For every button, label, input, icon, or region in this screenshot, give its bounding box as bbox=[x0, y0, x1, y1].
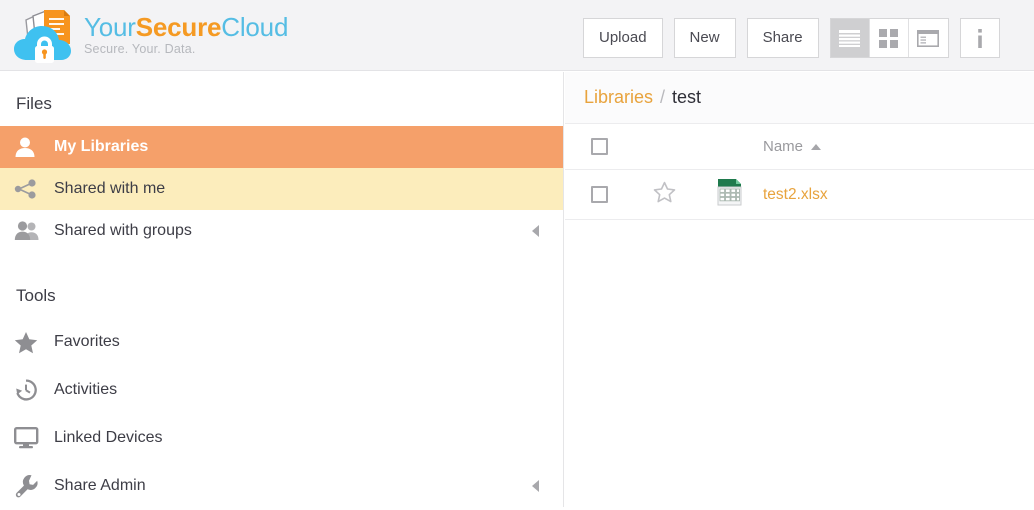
collapse-arrow-icon[interactable] bbox=[532, 225, 539, 237]
grid-view-icon[interactable] bbox=[869, 19, 909, 57]
sidebar-item-shared-with-groups[interactable]: Shared with groups bbox=[0, 210, 563, 252]
info-icon bbox=[977, 28, 982, 48]
sidebar-item-label: Favorites bbox=[54, 333, 120, 350]
sidebar-item-label: Activities bbox=[54, 381, 118, 398]
sidebar-files-heading: Files bbox=[16, 94, 52, 113]
table-row[interactable]: test2.xlsx bbox=[565, 170, 1034, 220]
share-button[interactable]: Share bbox=[746, 18, 819, 58]
star-outline-icon[interactable] bbox=[653, 181, 676, 208]
checkbox-unchecked-icon[interactable] bbox=[590, 138, 608, 155]
sidebar-item-shared-with-me[interactable]: Shared with me bbox=[0, 168, 563, 210]
clock-history-icon bbox=[14, 378, 54, 402]
sidebar-item-label: Shared with me bbox=[54, 180, 166, 197]
brand-secure: Secure bbox=[135, 12, 222, 43]
user-icon bbox=[14, 136, 54, 158]
brand-logo[interactable]: YourSecureCloud Secure. Your. Data. bbox=[12, 4, 288, 66]
detail-view-icon[interactable] bbox=[908, 19, 948, 57]
view-mode-group bbox=[829, 18, 949, 58]
breadcrumb-separator: / bbox=[660, 87, 666, 107]
list-view-icon[interactable] bbox=[830, 19, 870, 57]
monitor-icon bbox=[14, 427, 54, 449]
collapse-arrow-icon[interactable] bbox=[532, 480, 539, 492]
upload-button[interactable]: Upload bbox=[583, 18, 663, 58]
sidebar-item-favorites[interactable]: Favorites bbox=[0, 318, 563, 366]
wrench-icon bbox=[14, 474, 54, 499]
cloud-lock-documents-logo-icon bbox=[12, 6, 78, 64]
main-content: Libraries / test Name test2.xlsx bbox=[565, 72, 1034, 507]
sidebar-item-label: Linked Devices bbox=[54, 429, 163, 446]
new-button[interactable]: New bbox=[673, 18, 736, 58]
brand-tagline: Secure. Your. Data. bbox=[84, 42, 196, 57]
file-table-header: Name bbox=[565, 124, 1034, 170]
app-header: YourSecureCloud Secure. Your. Data. Uplo… bbox=[0, 0, 1034, 71]
sidebar-item-label: Share Admin bbox=[54, 477, 146, 494]
sidebar-item-linked-devices[interactable]: Linked Devices bbox=[0, 414, 563, 462]
row-name-cell: test2.xlsx bbox=[763, 186, 1034, 204]
breadcrumb-current: test bbox=[672, 87, 702, 107]
sort-ascending-caret-icon bbox=[811, 143, 822, 150]
row-file-icon-cell bbox=[695, 178, 763, 212]
xlsx-spreadsheet-icon bbox=[715, 178, 743, 212]
name-column-header[interactable]: Name bbox=[763, 138, 822, 155]
select-all-cell bbox=[565, 138, 633, 155]
row-star-cell bbox=[633, 181, 695, 208]
sidebar-item-label: Shared with groups bbox=[54, 222, 192, 239]
file-name-link[interactable]: test2.xlsx bbox=[763, 186, 828, 204]
brand-your: Your bbox=[84, 12, 136, 43]
users-group-icon bbox=[14, 221, 54, 241]
sidebar-tools-list: Favorites Activities Linked Devices Shar… bbox=[0, 318, 563, 510]
info-button[interactable] bbox=[959, 18, 1000, 58]
name-column-label: Name bbox=[763, 138, 804, 155]
breadcrumb-libraries-link[interactable]: Libraries bbox=[584, 87, 653, 108]
share-nodes-icon bbox=[14, 179, 54, 199]
sidebar-item-my-libraries[interactable]: My Libraries bbox=[0, 126, 563, 168]
sidebar-item-share-admin[interactable]: Share Admin bbox=[0, 462, 563, 510]
sidebar-item-label: My Libraries bbox=[54, 138, 149, 155]
brand-cloud: Cloud bbox=[221, 12, 289, 43]
row-select-cell bbox=[565, 186, 633, 203]
checkbox-unchecked-icon[interactable] bbox=[590, 186, 608, 203]
sidebar-tools-heading: Tools bbox=[16, 286, 56, 305]
sidebar-files-list: My Libraries Shared with me Shared with … bbox=[0, 126, 563, 252]
header-toolbar: Upload New Share bbox=[583, 18, 1000, 58]
breadcrumb: Libraries / test bbox=[565, 72, 1034, 124]
sidebar-item-activities[interactable]: Activities bbox=[0, 366, 563, 414]
sidebar: Files My Libraries Shared with me Shared… bbox=[0, 72, 564, 507]
name-header-cell: Name bbox=[763, 138, 1034, 155]
star-icon bbox=[14, 331, 54, 354]
brand-wordmark: YourSecureCloud Secure. Your. Data. bbox=[84, 14, 288, 56]
